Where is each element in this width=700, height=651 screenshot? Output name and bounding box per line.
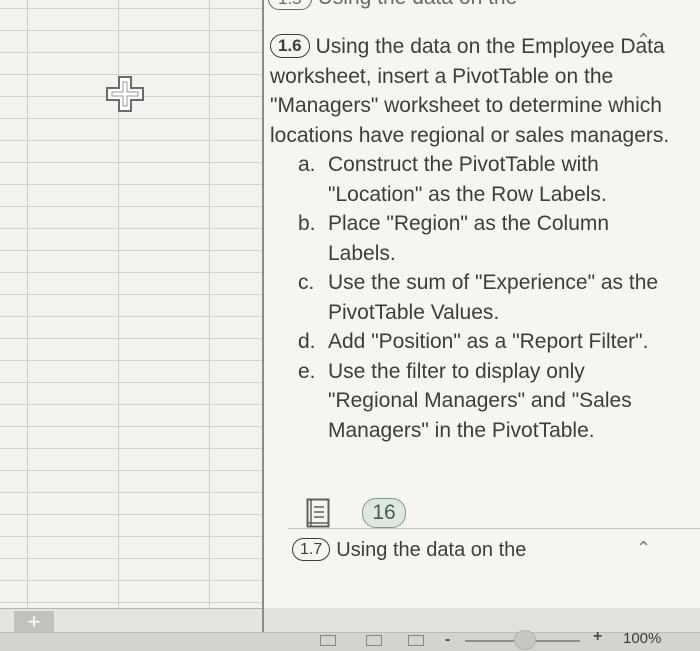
next-task-header[interactable]: 1.7 Using the data on the [292,538,526,562]
task-step: c. Use the sum of "Experience" as the Piv… [298,268,680,327]
task-step: e. Use the filter to display only "Region… [298,357,680,446]
current-task: 1.6 Using the data on the Employee Data w… [270,32,680,445]
zoom-out-button[interactable]: - [445,631,450,649]
zoom-slider-thumb[interactable] [514,630,536,650]
zoom-in-button[interactable]: + [593,628,602,646]
task-number-badge: 1.7 [292,538,331,561]
step-text: Use the filter to display only "Regional… [328,359,632,442]
expand-chevron-up-icon[interactable]: ⌃ [636,538,651,559]
previous-task-header[interactable]: 1.5 Using the data on the [268,0,517,16]
step-letter: c. [298,271,315,294]
step-text: Place "Region" as the Column Labels. [328,212,610,265]
task-divider [288,528,700,529]
spreadsheet-grid[interactable] [0,0,262,608]
pane-bottom-strip [262,608,700,632]
step-letter: b. [298,212,316,235]
normal-view-icon[interactable] [320,635,336,646]
step-text: Construct the PivotTable with "Location"… [328,153,607,206]
page-layout-view-icon[interactable] [366,635,382,646]
sheet-tab-bar: + [0,608,262,633]
points-badge: 16 [362,498,406,528]
zoom-level-label[interactable]: 100% [623,630,661,647]
task-number-badge: 1.6 [270,34,310,58]
step-letter: d. [298,330,316,353]
task-intro: 1.6 Using the data on the Employee Data w… [270,32,680,150]
previous-task-text: Using the data on the [318,0,518,9]
step-letter: a. [298,153,316,176]
next-task-text: Using the data on the [336,539,527,561]
task-steps-list: a. Construct the PivotTable with "Locatio… [298,150,680,445]
step-letter: e. [298,359,316,383]
task-number-badge: 1.5 [268,0,312,10]
add-sheet-button[interactable]: + [14,611,54,633]
document-icon[interactable] [306,498,330,528]
task-step: d. Add "Position" as a "Report Filter". [298,327,680,357]
task-step: a. Construct the PivotTable with "Locatio… [298,150,680,209]
step-text: Add "Position" as a "Report Filter". [328,330,649,353]
step-text: Use the sum of "Experience" as the Pivot… [328,271,659,324]
task-intro-text: Using the data on the Employee Data work… [270,35,670,147]
task-step: b. Place "Region" as the Column Labels. [298,209,680,268]
page-break-view-icon[interactable] [408,635,424,646]
cell-cursor-cross-icon [104,74,146,114]
